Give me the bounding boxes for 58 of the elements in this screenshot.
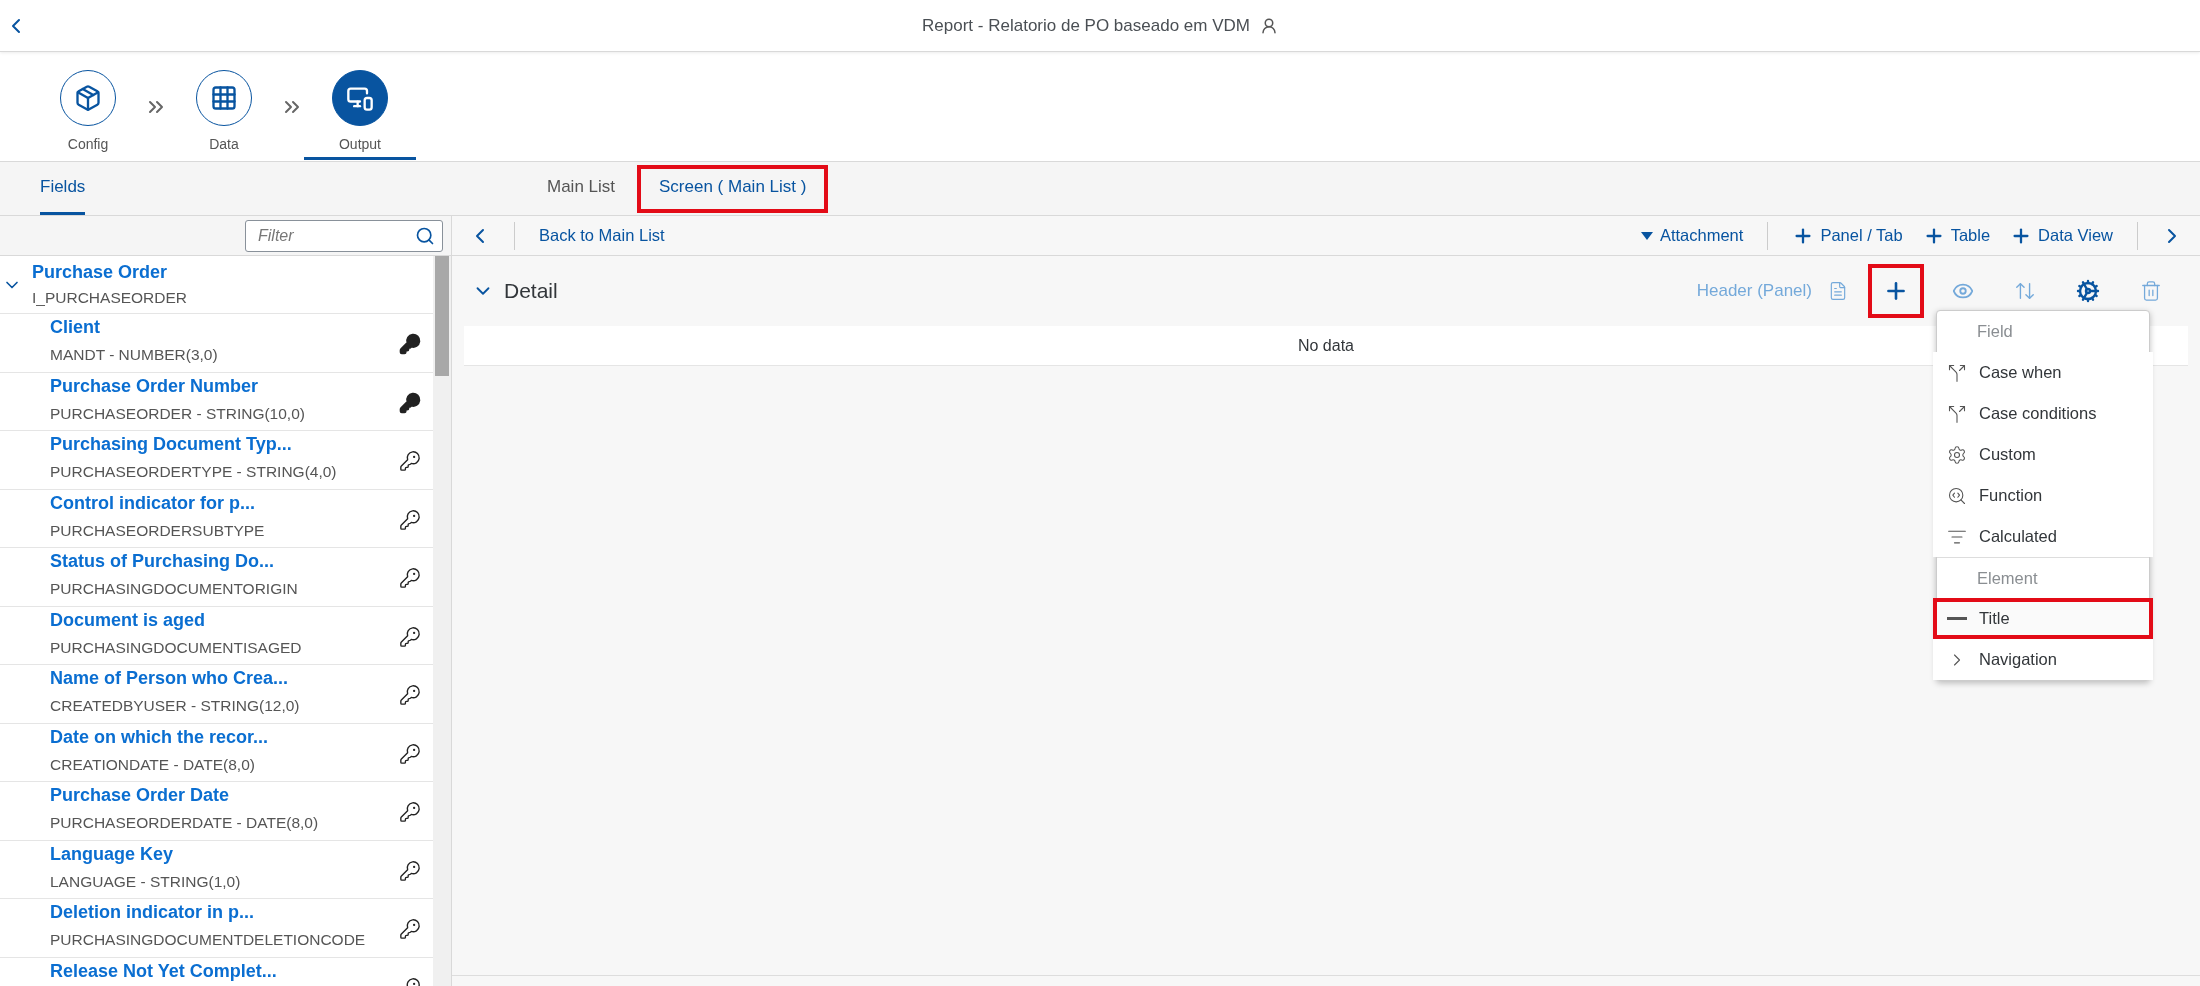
grid-icon — [210, 84, 238, 112]
field-type: PURCHASINGDOCUMENTORIGIN — [50, 580, 298, 598]
field-type: LANGUAGE - STRING(1,0) — [50, 872, 241, 891]
add-button[interactable]: Data View — [2000, 224, 2123, 247]
field-name[interactable]: Language Key — [50, 843, 241, 865]
menu-item[interactable]: Function — [1933, 475, 2153, 516]
menu-item[interactable]: Calculated — [1933, 516, 2153, 557]
field-name[interactable]: Control indicator for p... — [50, 492, 265, 514]
caret-down-icon — [1639, 230, 1654, 241]
window-title: Report - Relatorio de PO baseado em VDM — [922, 15, 1250, 36]
field-name[interactable]: Purchase Order Number — [50, 375, 305, 397]
dash-icon — [1947, 617, 1967, 620]
field-type: PURCHASEORDERDATE - DATE(8,0) — [50, 814, 319, 832]
field-type: MANDT - NUMBER(3,0) — [50, 346, 218, 364]
person-icon[interactable] — [1259, 16, 1278, 35]
field-name[interactable]: Deletion indicator in p... — [50, 902, 366, 923]
branch-icon — [1947, 362, 1967, 383]
entity-name[interactable]: Purchase Order — [32, 262, 188, 283]
step-tab[interactable]: Data — [168, 52, 280, 160]
branch-icon — [1947, 403, 1967, 424]
add-button[interactable]: Panel / Tab — [1782, 224, 1913, 247]
field-type: PURCHASINGDOCUMENTDELETIONCODE — [50, 931, 366, 949]
tab[interactable]: Screen ( Main List ) — [645, 177, 821, 200]
field-name[interactable]: Document is aged — [50, 609, 302, 631]
tab[interactable]: Main List — [533, 177, 630, 200]
add-button[interactable]: Table — [1912, 224, 2001, 247]
field-name[interactable]: Client — [50, 317, 218, 338]
field-name[interactable]: Name of Person who Crea... — [50, 668, 300, 689]
header-label: Header (Panel) — [1696, 281, 1812, 301]
magnifier-icon — [1947, 485, 1967, 506]
search-icon[interactable] — [415, 225, 435, 246]
section-title: Detail — [504, 279, 558, 303]
field-name[interactable]: Status of Purchasing Do... — [50, 551, 298, 572]
field-name[interactable]: Purchase Order Date — [50, 785, 319, 806]
menu-section-title: Field — [1976, 321, 2014, 342]
field-name[interactable]: Purchasing Document Typ... — [50, 434, 337, 455]
menu-item[interactable]: Case when — [1933, 352, 2153, 393]
field-type: CREATEDBYUSER - STRING(12,0) — [50, 697, 300, 715]
field-type: PURCHASEORDERTYPE - STRING(4,0) — [50, 463, 337, 481]
gear-icon — [1947, 444, 1967, 465]
field-type: PURCHASEORDERSUBTYPE — [50, 521, 265, 540]
step-tab[interactable]: Output — [304, 52, 416, 160]
menu-item[interactable]: Navigation — [1933, 639, 2153, 680]
field-type: PURCHASEORDER - STRING(10,0) — [50, 404, 305, 423]
field-name[interactable]: Date on which the recor... — [50, 726, 269, 748]
field-name[interactable]: Release Not Yet Complet... — [50, 960, 277, 982]
menu-item[interactable]: Custom — [1933, 434, 2153, 475]
box-icon — [74, 84, 102, 112]
entity-id: I_PURCHASEORDER — [32, 289, 188, 307]
field-type: PURCHASINGDOCUMENTISAGED — [50, 638, 302, 657]
scrollbar[interactable] — [433, 256, 451, 986]
dropdown-button[interactable]: Attachment — [1629, 226, 1754, 245]
field-type: CREATIONDATE - DATE(8,0) — [50, 755, 256, 774]
back-link[interactable]: Back to Main List — [529, 226, 675, 245]
step-tab[interactable]: Config — [32, 52, 144, 160]
menu-item[interactable]: Case conditions — [1933, 393, 2153, 434]
menu-item[interactable]: Title — [1933, 598, 2153, 639]
filter-field[interactable]: Filter — [245, 219, 443, 252]
